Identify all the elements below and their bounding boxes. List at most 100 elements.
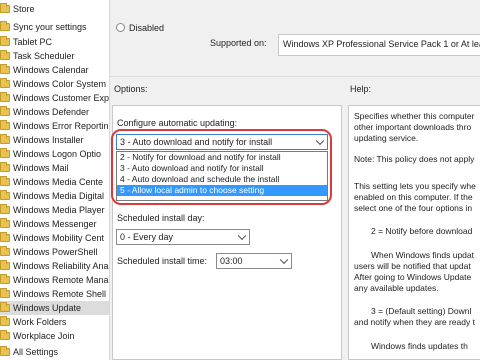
tree-item-windows-installer[interactable]: Windows Installer bbox=[0, 133, 109, 147]
tree-item-label: Windows Remote Shell bbox=[13, 289, 107, 299]
tree-item-sync-settings[interactable]: Sync your settings bbox=[0, 20, 109, 34]
scheduled-day-select[interactable]: 0 - Every day bbox=[116, 229, 250, 245]
folder-icon bbox=[0, 302, 10, 312]
help-pane: Specifies whether this computer other im… bbox=[348, 105, 480, 360]
tree-item-workplace-join[interactable]: Workplace Join bbox=[0, 329, 109, 343]
help-line: updating service. bbox=[354, 133, 419, 143]
help-line: enabled on this computer. If the bbox=[354, 192, 473, 202]
tree-item-windows-update[interactable]: Windows Update bbox=[0, 301, 109, 315]
tree-item-label: Windows Update bbox=[13, 303, 82, 313]
tree-item-label: Store bbox=[13, 4, 35, 14]
tree-item-label: Sync your settings bbox=[13, 22, 87, 32]
folder-icon bbox=[0, 346, 10, 356]
tree-item-label: Windows Media Cente bbox=[13, 177, 104, 187]
tree-item-label: Work Folders bbox=[13, 317, 67, 327]
folder-icon bbox=[0, 162, 10, 172]
help-line: Note: This policy does not apply bbox=[354, 154, 475, 164]
tree-item-work-folders[interactable]: Work Folders bbox=[0, 315, 109, 329]
tree-item-label: Windows Calendar bbox=[13, 65, 89, 75]
folder-icon bbox=[0, 120, 10, 130]
configure-updating-label: Configure automatic updating: bbox=[117, 118, 238, 128]
tree-item-windows-media-center[interactable]: Windows Media Cente bbox=[0, 175, 109, 189]
help-line: 2 = Notify before download bbox=[371, 226, 473, 236]
supported-on-label: Supported on: bbox=[210, 38, 267, 48]
folder-icon bbox=[0, 330, 10, 340]
highlight-ring bbox=[111, 129, 332, 205]
tree-item-label: Windows Remote Mana bbox=[13, 275, 109, 285]
tree-item-windows-media-player[interactable]: Windows Media Player bbox=[0, 203, 109, 217]
folder-icon bbox=[0, 232, 10, 242]
folder-icon bbox=[0, 218, 10, 228]
tree-item-task-scheduler[interactable]: Task Scheduler bbox=[0, 49, 109, 63]
divider bbox=[110, 76, 480, 77]
chevron-down-icon bbox=[237, 231, 247, 241]
folder-icon bbox=[0, 21, 10, 31]
tree-item-label: Windows PowerShell bbox=[13, 247, 98, 257]
help-line: and notify when they are ready t bbox=[354, 317, 475, 327]
tree-item-label: Windows Error Reportin bbox=[13, 121, 109, 131]
tree-item-windows-error-reporting[interactable]: Windows Error Reportin bbox=[0, 119, 109, 133]
tree-item-store[interactable]: Store bbox=[0, 2, 109, 16]
tree-item-windows-powershell[interactable]: Windows PowerShell bbox=[0, 245, 109, 259]
folder-icon bbox=[0, 274, 10, 284]
tree-item-windows-defender[interactable]: Windows Defender bbox=[0, 105, 109, 119]
disabled-radio[interactable] bbox=[116, 23, 125, 32]
scheduled-day-value: 0 - Every day bbox=[120, 232, 174, 242]
help-line: users will be notified that updat bbox=[354, 261, 471, 271]
tree-item-tablet-pc[interactable]: Tablet PC bbox=[0, 35, 109, 49]
tree-item-label: Workplace Join bbox=[13, 331, 75, 341]
policy-state-section: Disabled Supported on: Windows XP Profes… bbox=[110, 0, 480, 76]
supported-on-value: Windows XP Professional Service Pack 1 o… bbox=[278, 34, 480, 56]
help-label: Help: bbox=[350, 84, 372, 94]
help-line: Specifies whether this computer bbox=[354, 111, 475, 121]
help-line: 3 = (Default setting) Downl bbox=[371, 306, 472, 316]
tree-item-label: Windows Installer bbox=[13, 135, 84, 145]
help-line: select one of the four options in bbox=[354, 203, 473, 213]
scheduled-time-select[interactable]: 03:00 bbox=[216, 253, 292, 269]
tree-item-label: Windows Logon Optio bbox=[13, 149, 102, 159]
tree-item-label: Windows Media Digital bbox=[13, 191, 105, 201]
tree-item-windows-remote-management[interactable]: Windows Remote Mana bbox=[0, 273, 109, 287]
tree-item-all-settings[interactable]: All Settings bbox=[0, 345, 109, 359]
help-line: After going to Windows Update bbox=[354, 272, 472, 282]
disabled-label: Disabled bbox=[129, 23, 165, 33]
folder-icon bbox=[0, 36, 10, 46]
tree-item-label: Windows Media Player bbox=[13, 205, 105, 215]
folder-icon bbox=[0, 176, 10, 186]
folder-icon bbox=[0, 106, 10, 116]
folder-icon bbox=[0, 246, 10, 256]
tree-item-label: Windows Color System bbox=[13, 79, 107, 89]
tree-item-windows-messenger[interactable]: Windows Messenger bbox=[0, 217, 109, 231]
tree-item-label: Windows Customer Exp bbox=[13, 93, 110, 103]
tree-item-windows-mail[interactable]: Windows Mail bbox=[0, 161, 109, 175]
folder-icon bbox=[0, 288, 10, 298]
tree-item-windows-remote-shell[interactable]: Windows Remote Shell bbox=[0, 287, 109, 301]
tree-item-label: Windows Mail bbox=[13, 163, 69, 173]
tree-item-windows-color-system[interactable]: Windows Color System bbox=[0, 77, 109, 91]
tree-item-windows-customer-exp[interactable]: Windows Customer Exp bbox=[0, 91, 109, 105]
folder-icon bbox=[0, 204, 10, 214]
tree-item-windows-mobility-center[interactable]: Windows Mobility Cent bbox=[0, 231, 109, 245]
tree-item-label: Windows Mobility Cent bbox=[13, 233, 105, 243]
tree-item-windows-logon-options[interactable]: Windows Logon Optio bbox=[0, 147, 109, 161]
options-label: Options: bbox=[114, 84, 148, 94]
scheduled-day-label: Scheduled install day: bbox=[117, 213, 205, 223]
chevron-down-icon bbox=[279, 255, 289, 265]
scheduled-time-value: 03:00 bbox=[220, 256, 243, 266]
tree-item-windows-media-digital[interactable]: Windows Media Digital bbox=[0, 189, 109, 203]
tree-item-label: Windows Reliability Ana bbox=[13, 261, 109, 271]
folder-icon bbox=[0, 92, 10, 102]
folder-icon bbox=[0, 190, 10, 200]
tree-item-label: Windows Messenger bbox=[13, 219, 97, 229]
help-line: any available updates. bbox=[354, 283, 439, 293]
tree-item-label: All Settings bbox=[13, 347, 59, 357]
folder-icon bbox=[0, 316, 10, 326]
help-line: other important downloads thro bbox=[354, 122, 472, 132]
tree-item-windows-calendar[interactable]: Windows Calendar bbox=[0, 63, 109, 77]
folder-icon bbox=[0, 64, 10, 74]
help-line: Windows finds updates th bbox=[371, 341, 468, 351]
tree-item-label: Tablet PC bbox=[13, 37, 53, 47]
tree-item-windows-reliability-analysis[interactable]: Windows Reliability Ana bbox=[0, 259, 109, 273]
policy-tree: Store Sync your settings Tablet PC Task … bbox=[0, 0, 110, 360]
scheduled-time-label: Scheduled install time: bbox=[117, 256, 208, 266]
